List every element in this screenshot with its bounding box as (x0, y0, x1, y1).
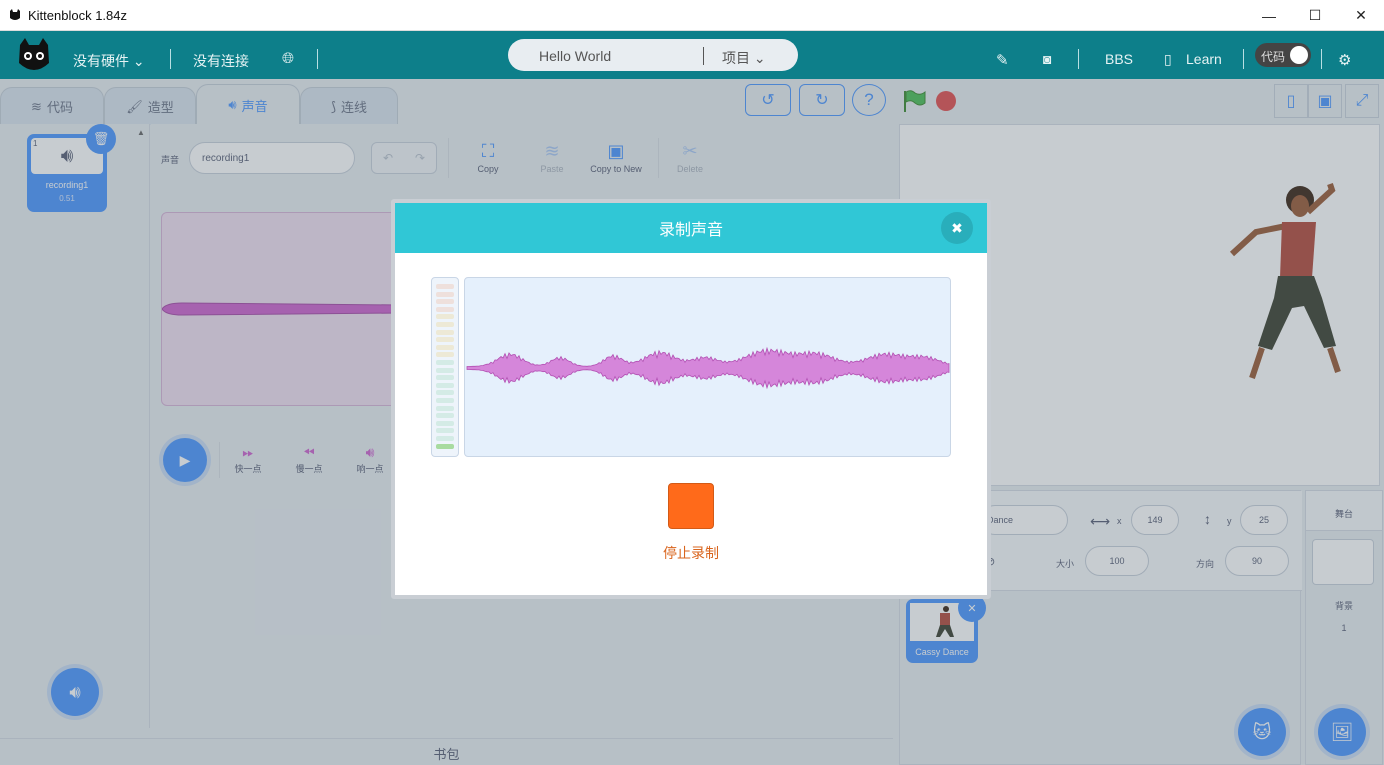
record-sound-modal: 录制声音 ✖ 停止录制 (391, 199, 991, 599)
modal-close-button[interactable]: ✖ (941, 212, 973, 244)
level-meter (431, 277, 459, 457)
level-segment (436, 306, 454, 312)
connection-menu[interactable]: 没有连接 (193, 51, 249, 71)
level-segment (436, 428, 454, 434)
pencil-icon[interactable]: ✎ (996, 51, 1009, 69)
bbs-link[interactable]: BBS (1105, 51, 1133, 67)
modal-title: 录制声音 (658, 222, 723, 239)
maximize-button[interactable]: ☐ (1292, 0, 1338, 31)
code-toggle[interactable]: 代码 (1255, 43, 1311, 67)
level-segment (436, 284, 454, 289)
level-segment (436, 344, 454, 350)
level-segment (436, 375, 454, 381)
level-segment (436, 405, 454, 411)
modal-header: 录制声音 (395, 203, 987, 253)
globe-icon[interactable]: 🌐︎ (282, 50, 294, 67)
menu-divider (317, 49, 318, 69)
level-segment (436, 314, 454, 320)
kitten-logo-icon[interactable] (16, 37, 52, 75)
close-window-button[interactable]: ✕ (1338, 0, 1384, 31)
toggle-knob (1290, 46, 1308, 64)
camera-icon[interactable]: ◙ (1043, 51, 1051, 67)
menu-divider (170, 49, 171, 69)
project-name-input[interactable]: Hello World (539, 48, 611, 64)
level-segment (436, 299, 454, 305)
level-segment (436, 413, 454, 419)
menu-divider (1321, 49, 1322, 69)
level-segment (436, 329, 454, 335)
level-segment (436, 443, 454, 449)
book-icon[interactable]: ▯ (1164, 51, 1172, 68)
window-titlebar: Kittenblock 1.84z — ☐ ✕ (0, 0, 1384, 31)
level-segment (436, 291, 454, 297)
project-menu[interactable]: 项目 ⌄ (722, 48, 766, 68)
recording-waveform (466, 346, 950, 390)
code-toggle-label: 代码 (1261, 50, 1286, 64)
menu-divider (1243, 49, 1244, 69)
menu-divider (1078, 49, 1079, 69)
hardware-menu[interactable]: 没有硬件 ⌄ (73, 51, 145, 71)
level-segment (436, 352, 454, 358)
level-segment (436, 390, 454, 396)
project-pill: Hello World 项目 ⌄ (508, 39, 798, 71)
recording-waveform-panel (464, 277, 951, 457)
stop-recording-label: 停止录制 (663, 545, 719, 561)
level-segment (436, 436, 454, 441)
waveform-shape (466, 346, 950, 390)
stop-recording-button[interactable] (668, 483, 714, 529)
level-segment (436, 367, 454, 373)
gear-icon[interactable]: ⚙ (1338, 51, 1351, 69)
window-title: Kittenblock 1.84z (28, 7, 128, 23)
kitten-app-icon (10, 9, 20, 20)
minimize-button[interactable]: — (1246, 0, 1292, 31)
level-segment (436, 398, 454, 403)
pill-divider (703, 47, 704, 65)
level-segment (436, 337, 454, 343)
level-segment (436, 382, 454, 388)
level-segment (436, 360, 454, 365)
learn-link[interactable]: Learn (1186, 51, 1222, 67)
level-segment (436, 420, 454, 426)
menu-bar: 没有硬件 ⌄ 没有连接 🌐︎ Hello World 项目 ⌄ ✎ ◙ BBS … (0, 31, 1384, 79)
level-segment (436, 322, 454, 327)
